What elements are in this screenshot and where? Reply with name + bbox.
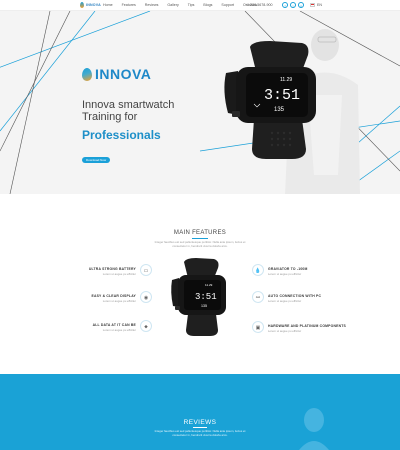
reviews-divider <box>193 427 207 428</box>
twitter-icon[interactable]: t <box>290 2 296 8</box>
chip-icon: ▣ <box>252 321 264 333</box>
drop-icon: 💧 <box>252 264 264 276</box>
nav-item-gallery[interactable]: Gallery <box>167 3 178 7</box>
feature-display: EASY & CLEAR DISPLAY Lorem ut augue pu e… <box>26 291 152 303</box>
features-title: MAIN FEATURES <box>173 230 227 236</box>
nav-item-support[interactable]: Support <box>221 3 234 7</box>
nav-menu: Home Features Reviews Gallery Tips Blogs… <box>103 3 257 7</box>
watch-top-readout: 11.29 <box>280 77 292 83</box>
feature-desc: Lorem ut augue pu efficitur <box>102 299 136 303</box>
feature-desc: Lorem ut augue pu efficitur <box>268 272 302 276</box>
reviews-section: REVIEWS Integer faucibus est sed pellent… <box>0 374 400 450</box>
feature-title: ULTRA STRONG BATTERY <box>88 267 136 271</box>
reviews-subtitle: Integer faucibus est sed pellentesque po… <box>154 429 246 437</box>
nav-item-reviews[interactable]: Reviews <box>145 3 159 7</box>
feature-title: HARDWARE AND PLATINUM COMPONENTS <box>268 324 346 328</box>
feature-hardware: HARDWARE AND PLATINUM COMPONENTS Lorem u… <box>252 321 358 333</box>
watch-bottom-readout: 135 <box>201 304 207 308</box>
feature-title: ALL DATA AT IT CAN BE <box>92 323 136 327</box>
features-subtitle: Integer faucibus est sed pellentesque po… <box>154 240 246 248</box>
nav-item-home[interactable]: Home <box>103 3 113 7</box>
facebook-icon[interactable]: f <box>282 2 288 8</box>
link-icon: ⚯ <box>252 291 264 303</box>
reviewer-photo <box>299 408 329 450</box>
hero-tagline-line2: Training for <box>82 111 138 123</box>
feature-desc: Lorem ut augue pu efficitur <box>268 299 302 303</box>
feature-title: EASY & CLEAR DISPLAY <box>91 294 136 298</box>
language-selector[interactable]: EN <box>310 3 322 7</box>
feature-connection: AUTO CONNECTION WITH PC Lorem ut augue p… <box>252 291 378 303</box>
social-links: f t g <box>282 2 304 8</box>
nav-logo-text: INNOVA <box>86 3 101 7</box>
logo-drop-icon <box>80 2 84 8</box>
nav-item-tips[interactable]: Tips <box>188 3 195 7</box>
features-divider <box>192 238 208 239</box>
nav-phone: +1 234-5678-900 <box>245 3 273 7</box>
flag-icon <box>310 3 315 7</box>
feature-title: AUTO CONNECTION WITH PC <box>268 294 322 298</box>
eye-icon: ◉ <box>140 291 152 303</box>
battery-icon: ▭ <box>140 264 152 276</box>
hero-tagline-line1: Innova smartwatch <box>82 99 175 111</box>
feature-desc: Lorem ut augue pu efficitur <box>102 328 136 332</box>
hero-brand-name: INNOVA <box>95 66 152 82</box>
hero-brand: INNOVA <box>82 66 151 82</box>
feature-battery: ULTRA STRONG BATTERY Lorem ut augue pu e… <box>26 264 152 276</box>
brand-drop-icon <box>82 67 92 81</box>
hero-tagline-highlight: Professionals <box>82 128 161 142</box>
feature-desc: Lorem ut augue pu efficitur <box>268 329 302 333</box>
features-smartwatch-image: 11.29 3:51 135 <box>171 258 226 336</box>
google-plus-icon[interactable]: g <box>298 2 304 8</box>
hero-smartwatch-image: 11.29 3:51 135 <box>224 41 316 159</box>
feature-desc: Lorem ut augue pu efficitur <box>102 272 136 276</box>
pin-icon: ⬥ <box>140 320 152 332</box>
watch-bottom-readout: 135 <box>274 107 285 113</box>
feature-title: GRAVIATOR TO -100M <box>268 267 308 271</box>
hero-section: INNOVA Innova smartwatch Training for Pr… <box>0 11 400 194</box>
feature-data: ALL DATA AT IT CAN BE Lorem ut augue pu … <box>26 320 152 332</box>
nav-item-features[interactable]: Features <box>122 3 136 7</box>
feature-water: GRAVIATOR TO -100M Lorem ut augue pu eff… <box>252 264 378 276</box>
nav-item-blogs[interactable]: Blogs <box>203 3 212 7</box>
language-label: EN <box>317 3 322 7</box>
features-section: MAIN FEATURES Integer faucibus est sed p… <box>0 194 400 374</box>
nav-logo[interactable]: INNOVA <box>80 2 101 8</box>
reviews-title: REVIEWS <box>183 419 217 426</box>
watch-top-readout: 11.29 <box>205 283 213 287</box>
top-navbar: INNOVA Home Features Reviews Gallery Tip… <box>0 0 400 11</box>
watch-time-readout: 3:51 <box>195 292 217 302</box>
watch-time-readout: 3:51 <box>264 87 300 104</box>
download-button[interactable]: Download Now <box>82 157 111 163</box>
